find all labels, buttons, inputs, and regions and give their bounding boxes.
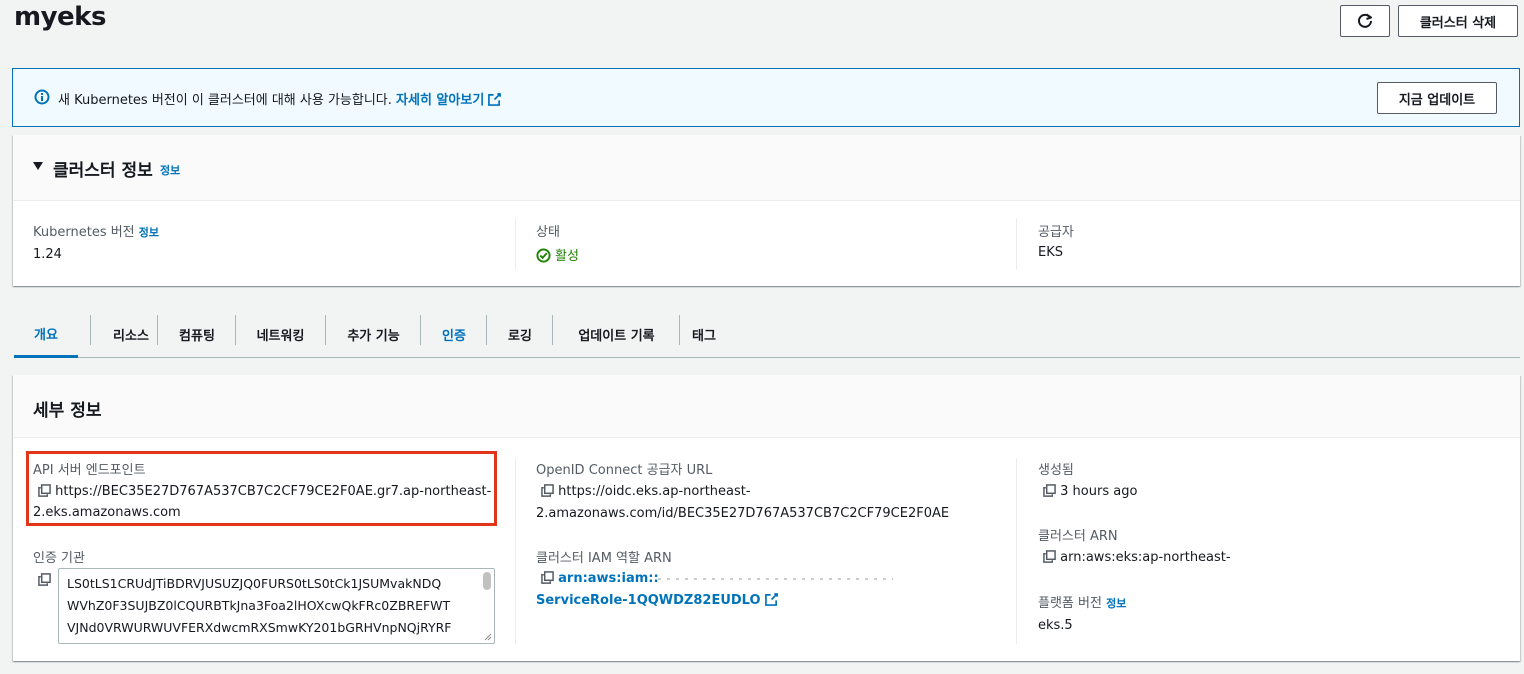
resize-handle-icon[interactable] [483, 632, 492, 641]
external-link-icon [488, 93, 502, 106]
tab-logging[interactable]: 로깅 [487, 312, 553, 357]
refresh-button[interactable] [1340, 5, 1390, 37]
k8s-version-value: 1.24 [33, 247, 62, 262]
platform-version-label: 플랫폼 버전 정보 [1038, 592, 1126, 611]
tab-update-history[interactable]: 업데이트 기록 [553, 312, 680, 357]
copy-icon[interactable] [1043, 550, 1056, 563]
iam-role-arn-label: 클러스터 IAM 역할 ARN [536, 551, 672, 566]
tab-compute[interactable]: 컴퓨팅 [158, 312, 236, 357]
iam-role-arn-line1[interactable]: arn:aws:iam:: [558, 571, 659, 586]
cluster-arn-value: arn:aws:eks:ap-northeast- [1043, 550, 1231, 565]
status-value: 활성 [536, 245, 579, 264]
iam-role-arn-line2-row[interactable]: ServiceRole-1QQWDZ82EUDLO [536, 593, 778, 608]
provider-label: 공급자 [1038, 225, 1074, 240]
refresh-icon [1358, 13, 1372, 28]
cluster-arn-label: 클러스터 ARN [1038, 529, 1118, 544]
external-link-icon [764, 593, 778, 606]
oidc-url-value: https://oidc.eks.ap-northeast- [541, 484, 751, 499]
page-title: myeks [14, 2, 106, 32]
copy-icon[interactable] [541, 484, 554, 497]
oidc-url-line2: 2.amazonaws.com/id/BEC35E27D767A537CB7C2… [536, 506, 950, 521]
certificate-authority-label: 인증 기관 [33, 551, 85, 566]
textarea-scrollbar[interactable] [483, 572, 491, 590]
cluster-info-title: 클러스터 정보 [53, 161, 153, 181]
column-divider [515, 458, 516, 644]
tab-overview[interactable]: 개요 [14, 312, 78, 358]
cluster-tabs: 개요 리소스 컴퓨팅 네트워킹 추가 기능 인증 로깅 업데이트 기록 태그 [14, 312, 1520, 358]
platform-version-label-text: 플랫폼 버전 [1038, 596, 1102, 611]
cert-line: WVhZ0F3SUJBZ0lCQURBTkJna3Foa2lHOXcwQkFRc… [67, 598, 451, 613]
caret-down-icon[interactable] [33, 162, 43, 170]
tab-authentication[interactable]: 인증 [421, 312, 487, 357]
iam-role-arn-line2[interactable]: ServiceRole-1QQWDZ82EUDLO [536, 593, 761, 608]
cluster-info-info-link[interactable]: 정보 [160, 162, 180, 178]
k8s-version-label: Kubernetes 버전 정보 [33, 221, 159, 240]
certificate-authority-textarea[interactable]: LS0tLS1CRUdJTiBDRVJUSUZJQ0FURS0tLS0tCk1J… [58, 568, 495, 644]
oidc-url-line1: https://oidc.eks.ap-northeast- [558, 484, 751, 499]
info-circle-icon [34, 89, 50, 105]
status-value-text: 활성 [555, 249, 579, 264]
created-label: 생성됨 [1038, 463, 1074, 478]
tab-add-ons[interactable]: 추가 기능 [326, 312, 421, 357]
created-value-text: 3 hours ago [1060, 484, 1138, 499]
cluster-info-header[interactable]: 클러스터 정보 정보 [13, 135, 1520, 201]
highlight-box [26, 451, 497, 526]
copy-icon[interactable] [38, 573, 51, 586]
copy-icon[interactable] [1043, 484, 1056, 497]
details-header: 세부 정보 [13, 375, 1520, 438]
platform-version-value: eks.5 [1038, 618, 1073, 633]
banner-message: 새 Kubernetes 버전이 이 클러스터에 대해 사용 가능합니다. 자세… [58, 89, 502, 108]
created-value: 3 hours ago [1043, 484, 1137, 499]
check-circle-icon [536, 248, 551, 263]
column-divider [1016, 458, 1017, 644]
cert-line: VJNd0VRWURWUVFERXdwcmRXSmwKY201bGRHVnpNQ… [67, 620, 452, 635]
column-divider [1016, 218, 1017, 270]
cert-line: LS0tLS1CRUdJTiBDRVJUSUZJQ0FURS0tLS0tCk1J… [67, 576, 442, 591]
redacted-text [658, 578, 893, 580]
column-divider [515, 218, 516, 270]
copy-icon[interactable] [541, 571, 554, 584]
banner-message-text: 새 Kubernetes 버전이 이 클러스터에 대해 사용 가능합니다. [58, 93, 397, 108]
k8s-version-info-link[interactable]: 정보 [139, 226, 159, 239]
learn-more-link-label[interactable]: 자세히 알아보기 [396, 93, 484, 108]
update-now-button[interactable]: 지금 업데이트 [1377, 82, 1497, 114]
provider-value: EKS [1038, 245, 1063, 260]
tab-tags[interactable]: 태그 [680, 312, 728, 357]
platform-version-info-link[interactable]: 정보 [1106, 597, 1126, 610]
cluster-arn-value-text: arn:aws:eks:ap-northeast- [1060, 550, 1231, 565]
cluster-info-panel: 클러스터 정보 정보 [13, 135, 1520, 286]
learn-more-link[interactable]: 자세히 알아보기 [396, 93, 502, 108]
update-available-banner: 새 Kubernetes 버전이 이 클러스터에 대해 사용 가능합니다. 자세… [12, 68, 1520, 127]
delete-cluster-button[interactable]: 클러스터 삭제 [1398, 5, 1518, 37]
oidc-url-label: OpenID Connect 공급자 URL [536, 463, 713, 478]
details-title: 세부 정보 [33, 401, 102, 421]
k8s-version-label-text: Kubernetes 버전 [33, 225, 135, 240]
status-label: 상태 [536, 225, 560, 240]
tab-networking[interactable]: 네트워킹 [236, 312, 325, 357]
iam-role-arn-value[interactable]: arn:aws:iam:: [541, 571, 659, 586]
